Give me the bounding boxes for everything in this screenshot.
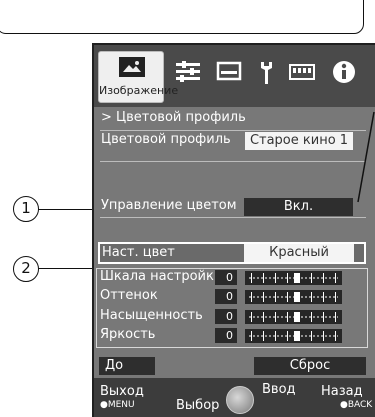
adjustment-value: 0 [215, 309, 237, 324]
display-icon[interactable] [215, 58, 243, 86]
adjustment-label: Насыщенность [100, 308, 203, 323]
adjustment-value: 0 [215, 270, 237, 285]
picture-icon [119, 57, 145, 77]
lan-icon[interactable] [288, 58, 316, 86]
base-color-label: Наст. цвет [102, 245, 175, 260]
osd-menu-panel: Изображение > Цветовой профиль Цветовой … [92, 43, 375, 417]
before-button[interactable]: До [99, 357, 155, 375]
adjustment-value: 0 [215, 289, 237, 304]
select-label: Выбор [176, 398, 220, 413]
enter-label: Ввод [262, 382, 296, 397]
adjustment-slider[interactable] [245, 271, 342, 285]
color-management-label: Управление цветом [101, 198, 237, 213]
adjustment-slider[interactable] [245, 310, 342, 324]
footer-bar: Выход ●MENU Выбор Ввод Назад ●BACK [94, 378, 375, 417]
adjustment-label: Шкала настройки [100, 269, 223, 284]
callout-leader-lines [357, 111, 375, 203]
adjustment-label: Оттенок [100, 288, 158, 303]
callout-2: 2 [13, 256, 39, 282]
adjustment-label: Яркость [100, 327, 156, 342]
top-callout-frame [0, 0, 364, 34]
adjustment-slider[interactable] [245, 290, 342, 304]
exit-label: Выход [100, 384, 144, 399]
callout-1: 1 [13, 196, 39, 222]
tab-bar: Изображение [94, 45, 375, 107]
divider [100, 217, 366, 218]
menu-key-label: ●MENU [100, 400, 135, 410]
color-management-row[interactable]: Управление цветом Вкл. [94, 192, 375, 216]
color-profile-label: Цветовой профиль [101, 132, 231, 147]
callout-2-leader [38, 268, 96, 269]
navigation-dial-icon [226, 386, 254, 414]
info-icon[interactable] [330, 58, 358, 86]
adjustment-row[interactable]: Насыщенность 0 [94, 308, 375, 326]
callout-1-leader [38, 209, 98, 210]
adjustment-value: 0 [215, 328, 237, 343]
adjustment-row[interactable]: Оттенок 0 [94, 288, 375, 306]
adjustment-row[interactable]: Яркость 0 [94, 327, 375, 345]
base-color-value[interactable]: Красный [244, 244, 354, 262]
back-key-label: ●BACK [340, 400, 373, 410]
adjustment-slider[interactable] [245, 329, 342, 343]
tab-picture[interactable]: Изображение [98, 51, 179, 103]
color-management-value[interactable]: Вкл. [244, 198, 353, 216]
tab-picture-label: Изображение [99, 84, 179, 97]
divider [100, 161, 366, 162]
color-profile-row[interactable]: Цветовой профиль Старое кино 1 [94, 131, 375, 151]
reset-button[interactable]: Сброс [254, 357, 366, 375]
adjustment-row[interactable]: Шкала настройки 0 [94, 269, 375, 287]
color-profile-value[interactable]: Старое кино 1 [245, 132, 353, 150]
back-label: Назад [321, 384, 363, 399]
setup-icon[interactable] [252, 58, 280, 86]
breadcrumb: > Цветовой профиль [101, 110, 246, 125]
input-output-icon[interactable] [174, 58, 202, 86]
